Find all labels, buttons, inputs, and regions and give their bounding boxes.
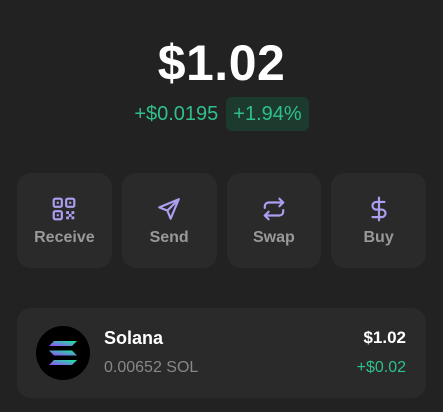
balance-change-percent-badge: +1.94% [226, 97, 309, 131]
send-icon [155, 195, 183, 223]
send-label: Send [149, 228, 189, 246]
buy-label: Buy [363, 228, 394, 246]
swap-label: Swap [252, 228, 295, 246]
token-info: Solana 0.00652 SOL [104, 326, 357, 380]
solana-logo-icon [36, 326, 90, 380]
receive-button[interactable]: Receive [17, 173, 112, 268]
receive-label: Receive [34, 228, 95, 246]
token-amount: 0.00652 SOL [104, 359, 199, 376]
swap-button[interactable]: Swap [226, 173, 322, 268]
total-balance: $1.02 [157, 35, 286, 91]
balance-change-absolute: +$0.0195 [134, 103, 219, 125]
token-name: Solana [104, 328, 164, 348]
token-values: $1.02 +$0.02 [357, 326, 406, 380]
token-usd-value: $1.02 [363, 328, 406, 347]
dollar-icon [365, 195, 393, 223]
balance-change-row: +$0.0195 +1.94% [0, 97, 443, 131]
buy-button[interactable]: Buy [331, 173, 426, 268]
token-row-solana[interactable]: Solana 0.00652 SOL $1.02 +$0.02 [17, 308, 426, 398]
send-button[interactable]: Send [121, 173, 217, 268]
token-usd-change: +$0.02 [356, 359, 406, 376]
qr-code-icon [50, 195, 78, 223]
swap-icon [260, 195, 288, 223]
action-buttons: Receive Send Swap Buy [17, 173, 426, 268]
